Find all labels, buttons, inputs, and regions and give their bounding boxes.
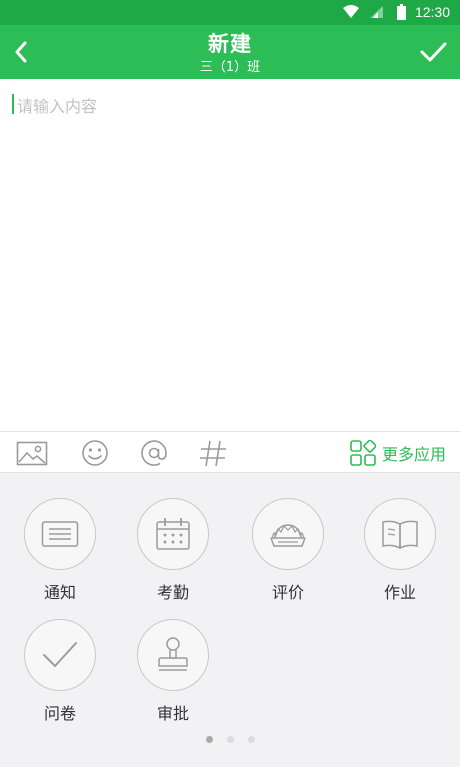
app-questionnaire-label: 问卷 xyxy=(43,704,76,723)
image-icon[interactable] xyxy=(16,438,48,468)
app-approval-circle xyxy=(137,619,209,691)
app-attendance-circle xyxy=(137,498,209,570)
page-title: 新建 xyxy=(208,32,252,56)
app-homework-circle xyxy=(364,498,436,570)
status-time: 12:30 xyxy=(414,4,450,20)
app-approval[interactable]: 审批 xyxy=(128,619,218,724)
app-homework[interactable]: 作业 xyxy=(355,498,445,603)
wifi-icon xyxy=(343,5,359,18)
text-cursor xyxy=(12,94,14,114)
mention-icon[interactable] xyxy=(138,438,170,468)
app-notice[interactable]: 通知 xyxy=(15,498,105,603)
app-evaluation-label: 评价 xyxy=(271,583,304,602)
attendance-icon xyxy=(156,518,190,550)
page-dot[interactable] xyxy=(205,736,213,743)
app-attendance-label: 考勤 xyxy=(156,583,189,602)
app-questionnaire-circle xyxy=(24,619,96,691)
app-notice-label: 通知 xyxy=(43,583,76,602)
more-apps-button[interactable]: 更多应用 xyxy=(350,439,446,467)
questionnaire-icon xyxy=(43,642,77,667)
page-dot[interactable] xyxy=(226,736,234,743)
emoji-icon[interactable] xyxy=(79,438,111,468)
signal-icon xyxy=(370,6,383,18)
content-input[interactable]: 请输入内容 xyxy=(0,79,460,431)
composer-toolbar: 更多应用 xyxy=(0,431,460,473)
app-evaluation-circle xyxy=(252,498,324,570)
app-attendance[interactable]: 考勤 xyxy=(128,498,218,603)
app-notice-circle xyxy=(24,498,96,570)
apps-panel: 通知 考勤 评价 作业 问卷 审批 xyxy=(0,473,460,767)
status-bar: 12:30 xyxy=(0,0,460,25)
app-approval-label: 审批 xyxy=(156,704,189,723)
evaluation-icon xyxy=(270,524,306,547)
approval-icon xyxy=(158,637,188,671)
more-apps-label: 更多应用 xyxy=(381,445,446,464)
battery-icon xyxy=(397,4,406,20)
confirm-check-icon[interactable] xyxy=(418,37,448,67)
content-placeholder: 请输入内容 xyxy=(17,97,98,116)
page-dot[interactable] xyxy=(247,736,255,743)
hashtag-icon[interactable] xyxy=(197,438,229,468)
app-homework-label: 作业 xyxy=(383,583,416,602)
page-indicator xyxy=(0,736,460,743)
app-questionnaire[interactable]: 问卷 xyxy=(15,619,105,724)
app-evaluation[interactable]: 评价 xyxy=(243,498,333,603)
apps-grid-icon xyxy=(350,440,376,466)
homework-icon xyxy=(382,520,418,550)
notice-icon xyxy=(41,521,79,547)
page-subtitle: 三（1）班 xyxy=(199,60,261,75)
title-bar: 新建 三（1）班 xyxy=(0,25,460,79)
